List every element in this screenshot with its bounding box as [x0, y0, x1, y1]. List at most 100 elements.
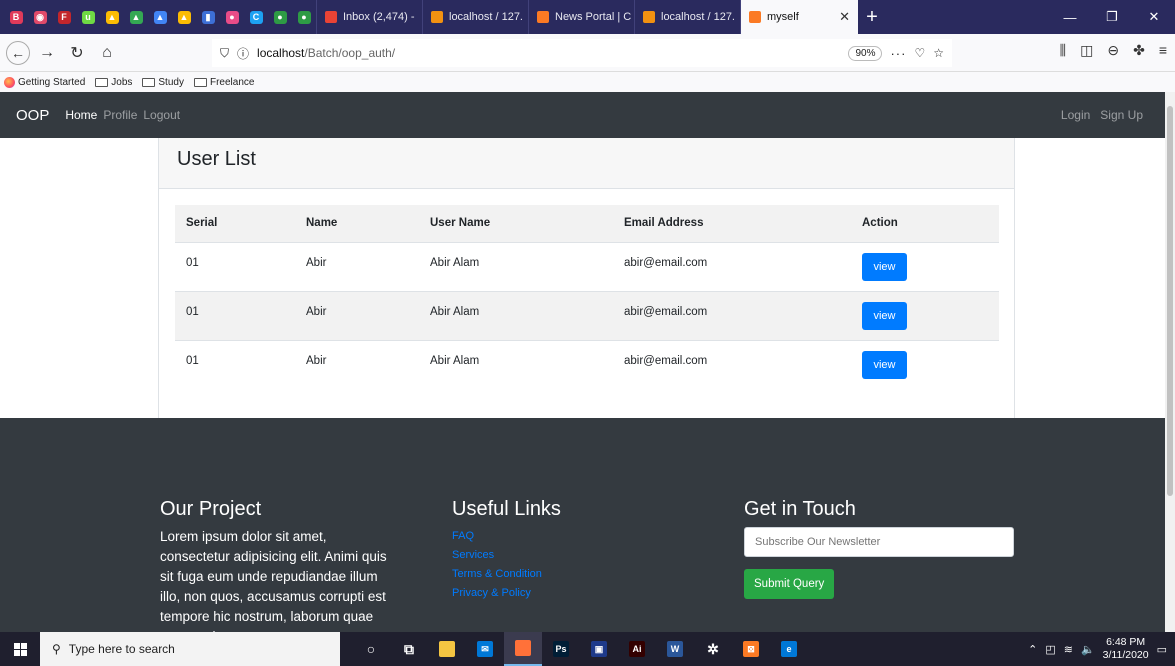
folder-icon [193, 77, 207, 87]
taskbar-app[interactable] [504, 632, 542, 666]
home-button[interactable]: ⌂ [94, 40, 120, 66]
firefox-icon [515, 640, 531, 656]
taskbar-app[interactable]: ✲ [694, 632, 732, 666]
footer-project-title: Our Project [160, 498, 262, 520]
taskbar-app[interactable]: ⊠ [732, 632, 770, 666]
chevron-up-icon[interactable]: ⌃ [1028, 643, 1037, 656]
table-row: 01 Abir Abir Alam abir@email.com view [175, 290, 999, 340]
new-tab-button[interactable]: + [858, 0, 886, 34]
site-footer: Our Project Lorem ipsum dolor sit amet, … [0, 418, 1165, 632]
footer-link-faq[interactable]: FAQ [452, 527, 561, 546]
extension-icon[interactable]: ✤ [1133, 42, 1145, 59]
page-scrollbar[interactable] [1165, 92, 1175, 632]
taskbar-app[interactable]: e [770, 632, 808, 666]
cell-name: Abir [295, 241, 419, 291]
tab[interactable]: Inbox (2,474) - [316, 0, 422, 34]
footer-link-terms[interactable]: Terms & Condition [452, 565, 561, 584]
pinned-tab[interactable]: ▲ [148, 0, 172, 34]
network-icon[interactable]: ◰ [1045, 643, 1055, 656]
xampp-icon [537, 11, 549, 23]
bookmark-item[interactable]: Study [142, 77, 184, 88]
nav-signup[interactable]: Sign Up [1100, 108, 1143, 122]
menu-icon[interactable]: ≡ [1159, 42, 1167, 59]
zoom-level[interactable]: 90% [848, 45, 883, 61]
taskbar-app[interactable]: ⧉ [390, 632, 428, 666]
scrollbar-thumb[interactable] [1167, 106, 1173, 496]
tab[interactable]: localhost / 127. [422, 0, 528, 34]
pinned-tab[interactable]: ● [268, 0, 292, 34]
taskbar-app[interactable]: ○ [352, 632, 390, 666]
taskbar-app[interactable]: Ps [542, 632, 580, 666]
cell-email: abir@email.com [613, 339, 851, 389]
bookmark-item[interactable]: Getting Started [4, 76, 85, 88]
sidebar-icon[interactable]: ◫ [1080, 42, 1093, 59]
close-window-button[interactable]: ✕ [1133, 0, 1175, 34]
notifications-icon[interactable]: ▭ [1157, 643, 1167, 656]
page-actions-icon[interactable]: ··· [890, 46, 906, 61]
pinned-tab[interactable]: ● [292, 0, 316, 34]
reload-button[interactable]: ↻ [64, 40, 90, 66]
pinned-tab[interactable]: F [52, 0, 76, 34]
nav-logout[interactable]: Logout [143, 108, 180, 122]
restore-button[interactable]: ❐ [1091, 0, 1133, 34]
tab[interactable]: localhost / 127. [634, 0, 740, 34]
pinned-tab[interactable]: ▲ [100, 0, 124, 34]
address-bar[interactable]: ⛉ ⓘ localhost/Batch/oop_auth/ 90% ··· ♡ … [212, 39, 952, 67]
bookmark-label: Study [158, 76, 184, 88]
circle-app-icon: ◉ [33, 10, 47, 24]
account-icon[interactable]: ⊖ [1107, 42, 1119, 59]
footer-link-services[interactable]: Services [452, 546, 561, 565]
shield-icon[interactable]: ⛉ [220, 46, 229, 61]
info-icon[interactable]: ⓘ [237, 45, 249, 62]
taskbar-app[interactable] [428, 632, 466, 666]
footer-project: Our Project Lorem ipsum dolor sit amet, … [160, 498, 400, 632]
minimize-button[interactable]: — [1049, 0, 1091, 34]
pinned-tab[interactable]: C [244, 0, 268, 34]
volume-icon[interactable]: 🔈 [1081, 643, 1095, 656]
bookmark-item[interactable]: Jobs [95, 77, 132, 88]
footer-link-privacy[interactable]: Privacy & Policy [452, 584, 561, 603]
bookmark-star-icon[interactable]: ☆ [933, 46, 944, 60]
nav-login[interactable]: Login [1061, 108, 1090, 122]
taskbar-app[interactable]: Ai [618, 632, 656, 666]
site-brand[interactable]: OOP [16, 107, 49, 124]
wifi-icon[interactable]: ≋ [1064, 643, 1073, 656]
nav-home[interactable]: Home [65, 108, 97, 122]
view-button[interactable]: view [862, 350, 907, 379]
tab[interactable]: News Portal | C [528, 0, 634, 34]
forward-button[interactable]: → [34, 40, 60, 66]
photoshop-icon: Ps [553, 641, 569, 657]
clock[interactable]: 6:48 PM 3/11/2020 [1103, 636, 1149, 662]
pocket-icon[interactable]: ♡ [914, 46, 925, 60]
c-app-icon: C [249, 10, 263, 24]
pinned-tab[interactable]: u [76, 0, 100, 34]
close-tab-icon[interactable]: ✕ [839, 9, 850, 25]
pinned-tab[interactable]: ● [220, 0, 244, 34]
bookmark-item[interactable]: Freelance [193, 77, 254, 88]
view-button[interactable]: view [862, 301, 907, 330]
taskbar-search[interactable]: ⚲ Type here to search [40, 632, 340, 666]
taskbar-app[interactable]: W [656, 632, 694, 666]
start-button[interactable] [0, 632, 40, 666]
library-icon[interactable]: ⫼ [1060, 42, 1066, 59]
view-button[interactable]: view [862, 252, 907, 281]
nav-profile[interactable]: Profile [103, 108, 137, 122]
card-title: User List [159, 138, 1014, 189]
col-serial: Serial [175, 205, 295, 242]
back-button[interactable]: ← [6, 40, 30, 65]
taskbar-app[interactable]: ✉ [466, 632, 504, 666]
pinned-tab[interactable]: ▮ [196, 0, 220, 34]
xampp-icon: ⊠ [743, 641, 759, 657]
word-icon: W [667, 641, 683, 657]
tab-active[interactable]: myself ✕ [740, 0, 858, 34]
pinned-tab[interactable]: ◉ [28, 0, 52, 34]
taskbar-app[interactable]: ▣ [580, 632, 618, 666]
submit-query-button[interactable]: Submit Query [744, 569, 835, 599]
pinned-tab[interactable]: B [4, 0, 28, 34]
illustrator-icon: Ai [629, 641, 645, 657]
pinned-tab[interactable]: ▲ [172, 0, 196, 34]
table-header-row: Serial Name User Name Email Address Acti… [175, 205, 999, 242]
pinned-tab[interactable]: ▲ [124, 0, 148, 34]
newsletter-input[interactable] [744, 527, 1014, 557]
task-view-icon: ⧉ [404, 641, 414, 657]
